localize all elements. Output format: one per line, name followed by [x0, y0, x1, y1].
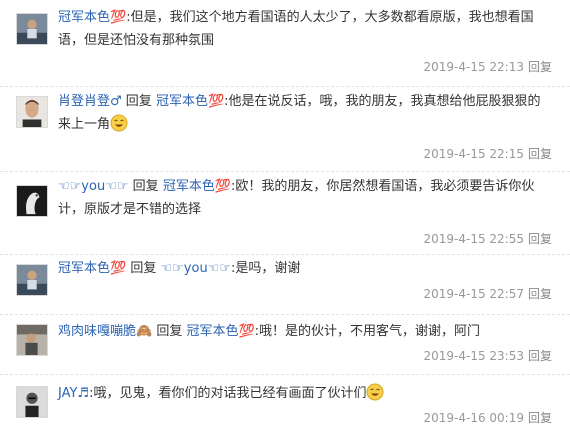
comment-text: :欧！我的朋友，你居然想看国语，我必须要告诉你伙计，原版才是不错的选择 [58, 179, 535, 217]
comment-meta: 2019-4-15 23:53 回复 [423, 347, 552, 364]
comment-body: 冠军本色💯:但是，我们这个地方看国语的人太少了，大多数都看原版，我也想看国语，但… [58, 6, 546, 52]
timestamp: 2019-4-16 00:19 [423, 411, 524, 425]
comment-meta: 2019-4-16 00:19 回复 [423, 409, 552, 426]
timestamp: 2019-4-15 22:57 [423, 287, 524, 301]
username-link[interactable]: ☜☞you☜☞ [58, 179, 129, 194]
comment-body: 冠军本色💯 回复 ☜☞you☜☞:是吗，谢谢 [58, 257, 546, 280]
reply-button[interactable]: 回复 [528, 232, 552, 246]
avatar[interactable] [16, 264, 48, 296]
username-link[interactable]: 鸡肉味嘎嘣脆🙈 [58, 324, 152, 339]
username-link[interactable]: 肖登肖登♂ [58, 94, 122, 109]
timestamp: 2019-4-15 22:13 [423, 60, 524, 74]
reply-word: 回复 [156, 324, 183, 339]
username-link[interactable]: 冠军本色💯 [58, 10, 126, 25]
reply-to-link[interactable]: 冠军本色💯 [163, 179, 231, 194]
laugh-emoji-icon [110, 114, 128, 132]
comment-body: ☜☞you☜☞ 回复 冠军本色💯:欧！我的朋友，你居然想看国语，我必须要告诉你伙… [58, 175, 546, 221]
username-link[interactable]: 冠军本色💯 [58, 261, 126, 276]
comment-body: JAY♬:哦，见鬼，看你们的对话我已经有画面了伙计们 [58, 382, 546, 405]
comment-item: 肖登肖登♂ 回复 冠军本色💯:他是在说反话，哦，我的朋友，我真想给他屁股狠狠的来… [0, 87, 570, 172]
comment-text: :是吗，谢谢 [231, 261, 301, 276]
comment-item: ☜☞you☜☞ 回复 冠军本色💯:欧！我的朋友，你居然想看国语，我必须要告诉你伙… [0, 172, 570, 255]
comment-text: :但是，我们这个地方看国语的人太少了，大多数都看原版，我也想看国语，但是还怕没有… [58, 10, 534, 48]
timestamp: 2019-4-15 23:53 [423, 349, 524, 363]
reply-button[interactable]: 回复 [528, 60, 552, 74]
username-link[interactable]: JAY♬ [58, 386, 89, 401]
avatar[interactable] [16, 13, 48, 45]
comment-list: 冠军本色💯:但是，我们这个地方看国语的人太少了，大多数都看原版，我也想看国语，但… [0, 0, 570, 443]
reply-to-link[interactable]: ☜☞you☜☞ [160, 261, 231, 276]
reply-button[interactable]: 回复 [528, 287, 552, 301]
reply-button[interactable]: 回复 [528, 411, 552, 425]
comment-item: 冠军本色💯 回复 ☜☞you☜☞:是吗，谢谢 2019-4-15 22:57 回复 [0, 255, 570, 315]
timestamp: 2019-4-15 22:55 [423, 232, 524, 246]
reply-word: 回复 [132, 179, 159, 194]
comment-text: :哦，见鬼，看你们的对话我已经有画面了伙计们 [89, 386, 367, 401]
comment-body: 肖登肖登♂ 回复 冠军本色💯:他是在说反话，哦，我的朋友，我真想给他屁股狠狠的来… [58, 90, 546, 136]
comment-item: 冠军本色💯:但是，我们这个地方看国语的人太少了，大多数都看原版，我也想看国语，但… [0, 0, 570, 87]
comment-item: 鸡肉味嘎嘣脆🙈 回复 冠军本色💯:哦！是的伙计，不用客气，谢谢，阿门 2019-… [0, 315, 570, 375]
comment-item: JAY♬:哦，见鬼，看你们的对话我已经有画面了伙计们 2019-4-16 00:… [0, 375, 570, 443]
reply-word: 回复 [130, 261, 157, 276]
reply-to-link[interactable]: 冠军本色💯 [156, 94, 224, 109]
comment-meta: 2019-4-15 22:13 回复 [423, 58, 552, 75]
reply-button[interactable]: 回复 [528, 147, 552, 161]
reply-button[interactable]: 回复 [528, 349, 552, 363]
reply-to-link[interactable]: 冠军本色💯 [186, 324, 254, 339]
comment-body: 鸡肉味嘎嘣脆🙈 回复 冠军本色💯:哦！是的伙计，不用客气，谢谢，阿门 [58, 320, 546, 343]
comment-meta: 2019-4-15 22:55 回复 [423, 230, 552, 247]
comment-text: :哦！是的伙计，不用客气，谢谢，阿门 [254, 324, 481, 339]
comment-meta: 2019-4-15 22:15 回复 [423, 145, 552, 162]
avatar[interactable] [16, 386, 48, 418]
avatar[interactable] [16, 324, 48, 356]
laugh-emoji-icon [366, 383, 384, 401]
timestamp: 2019-4-15 22:15 [423, 147, 524, 161]
avatar[interactable] [16, 185, 48, 217]
reply-word: 回复 [125, 94, 152, 109]
avatar[interactable] [16, 96, 48, 128]
comment-meta: 2019-4-15 22:57 回复 [423, 285, 552, 302]
